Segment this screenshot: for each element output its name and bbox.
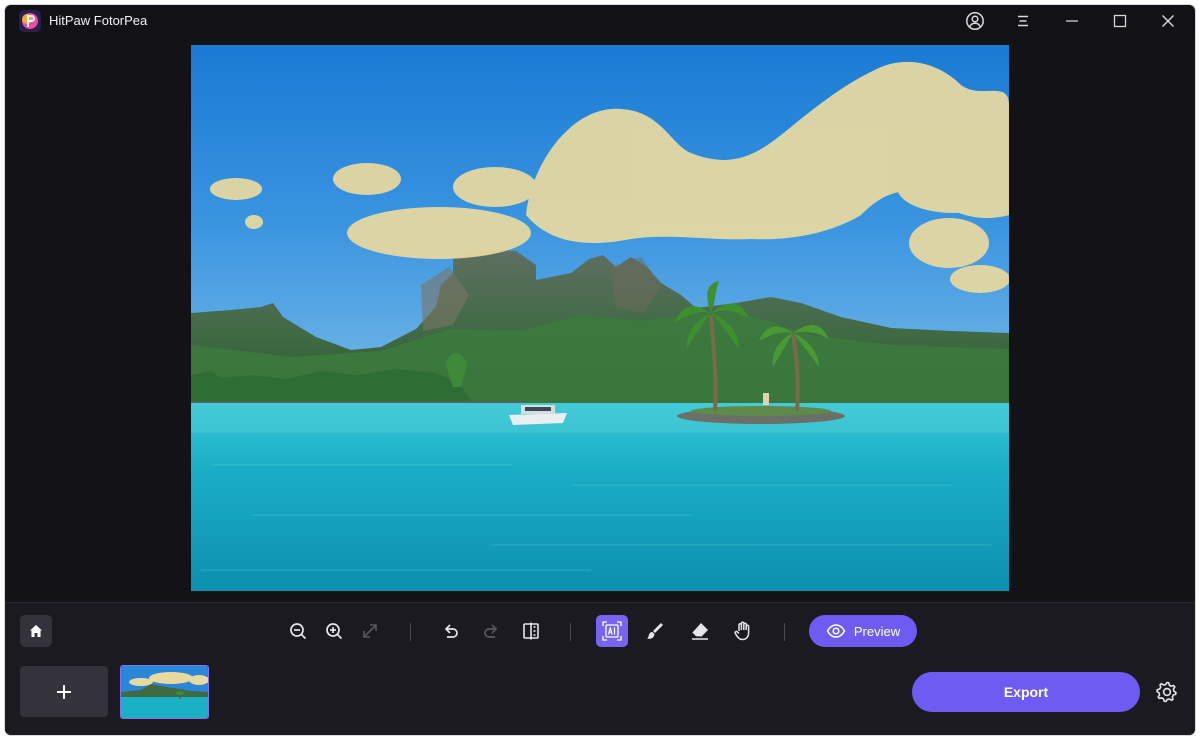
gear-icon [1156, 681, 1177, 703]
fit-screen-button[interactable] [354, 615, 386, 647]
menu-icon [1018, 15, 1028, 27]
compare-icon [523, 622, 539, 640]
home-button[interactable] [20, 615, 52, 647]
redo-button[interactable] [475, 615, 507, 647]
zoom-in-icon [326, 623, 343, 640]
menu-button[interactable] [1003, 7, 1043, 35]
compare-button[interactable] [515, 615, 547, 647]
account-button[interactable] [955, 7, 995, 35]
redo-icon [484, 624, 498, 638]
zoom-out-icon [290, 623, 307, 640]
undo-button[interactable] [435, 615, 467, 647]
maximize-button[interactable] [1100, 7, 1140, 35]
app-title: HitPaw FotorPea [49, 13, 148, 28]
toolbar-divider [570, 623, 571, 641]
zoom-out-button[interactable] [282, 615, 314, 647]
app-window: HitPaw FotorPea Preview Export [5, 5, 1195, 735]
eye-icon [826, 624, 846, 638]
minimize-button[interactable] [1052, 7, 1092, 35]
fit-screen-icon [363, 624, 377, 638]
home-icon [30, 625, 42, 637]
bottom-panel: Preview Export [5, 602, 1195, 735]
preview-label: Preview [853, 623, 901, 639]
brush-icon [647, 623, 663, 639]
preview-button[interactable]: Preview [809, 615, 917, 647]
export-button[interactable]: Export [912, 672, 1140, 712]
close-button[interactable] [1148, 7, 1188, 35]
zoom-in-button[interactable] [318, 615, 350, 647]
settings-button[interactable] [1153, 678, 1181, 706]
toolbar-divider [784, 623, 785, 641]
image-thumbnail[interactable] [120, 665, 209, 719]
canvas-area[interactable] [5, 37, 1195, 602]
plus-icon [57, 684, 71, 699]
hand-icon [734, 621, 750, 641]
hand-button[interactable] [727, 615, 759, 647]
eraser-icon [691, 623, 708, 640]
account-icon [966, 12, 984, 30]
minimize-icon [1066, 20, 1078, 22]
title-bar: HitPaw FotorPea [5, 5, 1195, 37]
ai-select-icon [602, 621, 622, 641]
maximize-icon [1113, 14, 1127, 28]
eraser-button[interactable] [684, 615, 716, 647]
tropical-lagoon-photo[interactable] [191, 45, 1009, 591]
brush-button[interactable] [639, 615, 671, 647]
app-logo-icon [19, 10, 41, 32]
add-image-button[interactable] [20, 666, 108, 717]
undo-icon [444, 624, 458, 638]
thumbnail-photo [121, 666, 208, 718]
close-icon [1162, 15, 1174, 27]
ai-select-button[interactable] [596, 615, 628, 647]
toolbar-divider [410, 623, 411, 641]
